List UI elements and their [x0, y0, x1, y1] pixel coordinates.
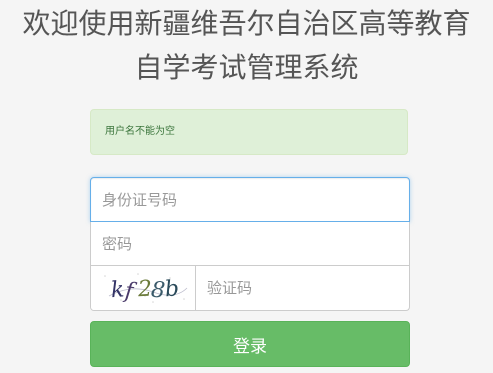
- captcha-graphic: k f 2 8 b: [91, 266, 195, 310]
- page-title: 欢迎使用新疆维吾尔自治区高等教育 自学考试管理系统: [0, 2, 493, 90]
- page-title-line-1: 欢迎使用新疆维吾尔自治区高等教育: [22, 7, 471, 40]
- login-page: 欢迎使用新疆维吾尔自治区高等教育 自学考试管理系统 用户名不能为空 k f 2 …: [0, 0, 493, 373]
- validation-alert: 用户名不能为空: [90, 109, 408, 155]
- page-title-line-2: 自学考试管理系统: [134, 51, 359, 84]
- captcha-input[interactable]: [196, 266, 410, 311]
- validation-alert-message: 用户名不能为空: [105, 126, 175, 137]
- svg-text:k: k: [110, 277, 125, 303]
- captcha-image[interactable]: k f 2 8 b: [90, 266, 196, 311]
- login-button[interactable]: 登录: [90, 321, 410, 367]
- svg-text:b: b: [164, 276, 180, 302]
- password-input[interactable]: [90, 222, 410, 266]
- idcard-input[interactable]: [90, 177, 410, 222]
